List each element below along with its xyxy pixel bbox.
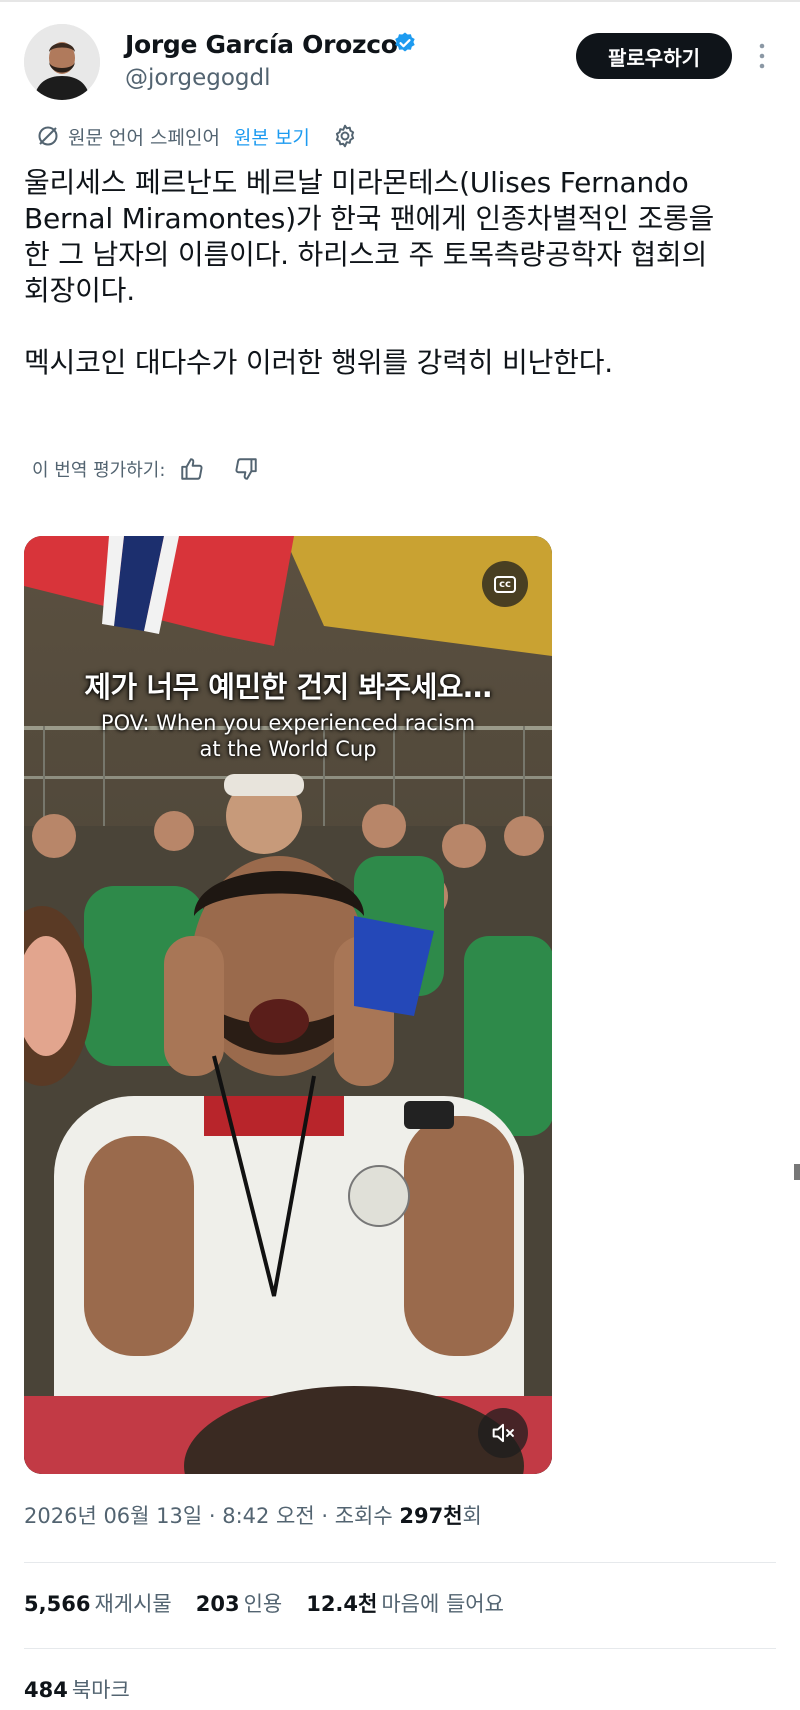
reposts-label: 재게시물 <box>94 1592 172 1616</box>
author-name[interactable]: Jorge García Orozco <box>125 30 398 59</box>
bookmarks-count: 484 <box>24 1678 68 1702</box>
thumbs-up-icon[interactable] <box>179 456 205 482</box>
top-divider <box>0 0 800 2</box>
view-original-link[interactable]: 원본 보기 <box>234 123 310 150</box>
avatar[interactable] <box>24 24 100 100</box>
tweet-text: 울리세스 페르난도 베르날 미라몬테스(Ulises Fernando Bern… <box>24 166 715 379</box>
video-caption-korean: 제가 너무 예민한 건지 봐주세요… <box>84 670 492 704</box>
quotes-label: 인용 <box>243 1592 283 1616</box>
likes-stat[interactable]: 12.4천 마음에 들어요 <box>306 1588 504 1618</box>
rate-translation-label: 이 번역 평가하기: <box>32 460 166 481</box>
source-language-label: 원문 언어 스페인어 <box>68 126 220 149</box>
more-icon[interactable] <box>755 40 769 72</box>
post-date[interactable]: 2026년 06월 13일 · 8:42 오전 · 조회수 <box>24 1504 399 1528</box>
thumbs-down-icon[interactable] <box>233 456 259 482</box>
quotes-stat[interactable]: 203 인용 <box>196 1588 282 1618</box>
video-player[interactable]: 제가 너무 예민한 건지 봐주세요… POV: When you experie… <box>24 536 552 1474</box>
captions-button[interactable]: cc <box>482 561 528 607</box>
bookmarks-label: 북마크 <box>71 1678 130 1702</box>
scrollbar-thumb[interactable] <box>794 1164 800 1180</box>
bookmarks-stat[interactable]: 484 북마크 <box>24 1674 130 1704</box>
settings-icon[interactable] <box>332 123 358 149</box>
mute-icon <box>492 1423 514 1443</box>
avatar-image <box>24 24 100 100</box>
likes-label: 마음에 들어요 <box>381 1592 504 1616</box>
cc-icon: cc <box>494 575 516 593</box>
rate-translation-row: 이 번역 평가하기: <box>32 452 259 486</box>
reposts-stat[interactable]: 5,566 재게시물 <box>24 1588 172 1618</box>
view-count-suffix: 회 <box>462 1504 482 1528</box>
verified-icon <box>395 32 415 52</box>
video-caption-english: POV: When you experienced racism at the … <box>100 711 476 761</box>
follow-button[interactable]: 팔로우하기 <box>576 33 732 79</box>
engagement-stats: 5,566 재게시물 203 인용 12.4천 마음에 들어요 <box>24 1588 528 1618</box>
translate-icon <box>38 126 58 146</box>
post-metadata: 2026년 06월 13일 · 8:42 오전 · 조회수 297천회 <box>24 1500 482 1530</box>
likes-count: 12.4천 <box>306 1592 378 1616</box>
view-count: 297천 <box>399 1504 463 1528</box>
mute-button[interactable] <box>478 1408 528 1458</box>
author-handle[interactable]: @jorgegogdl <box>125 65 271 91</box>
reposts-count: 5,566 <box>24 1592 91 1616</box>
divider <box>24 1648 776 1649</box>
divider <box>24 1562 776 1563</box>
translation-bar: 원문 언어 스페인어 원본 보기 <box>36 119 358 153</box>
quotes-count: 203 <box>195 1592 240 1616</box>
